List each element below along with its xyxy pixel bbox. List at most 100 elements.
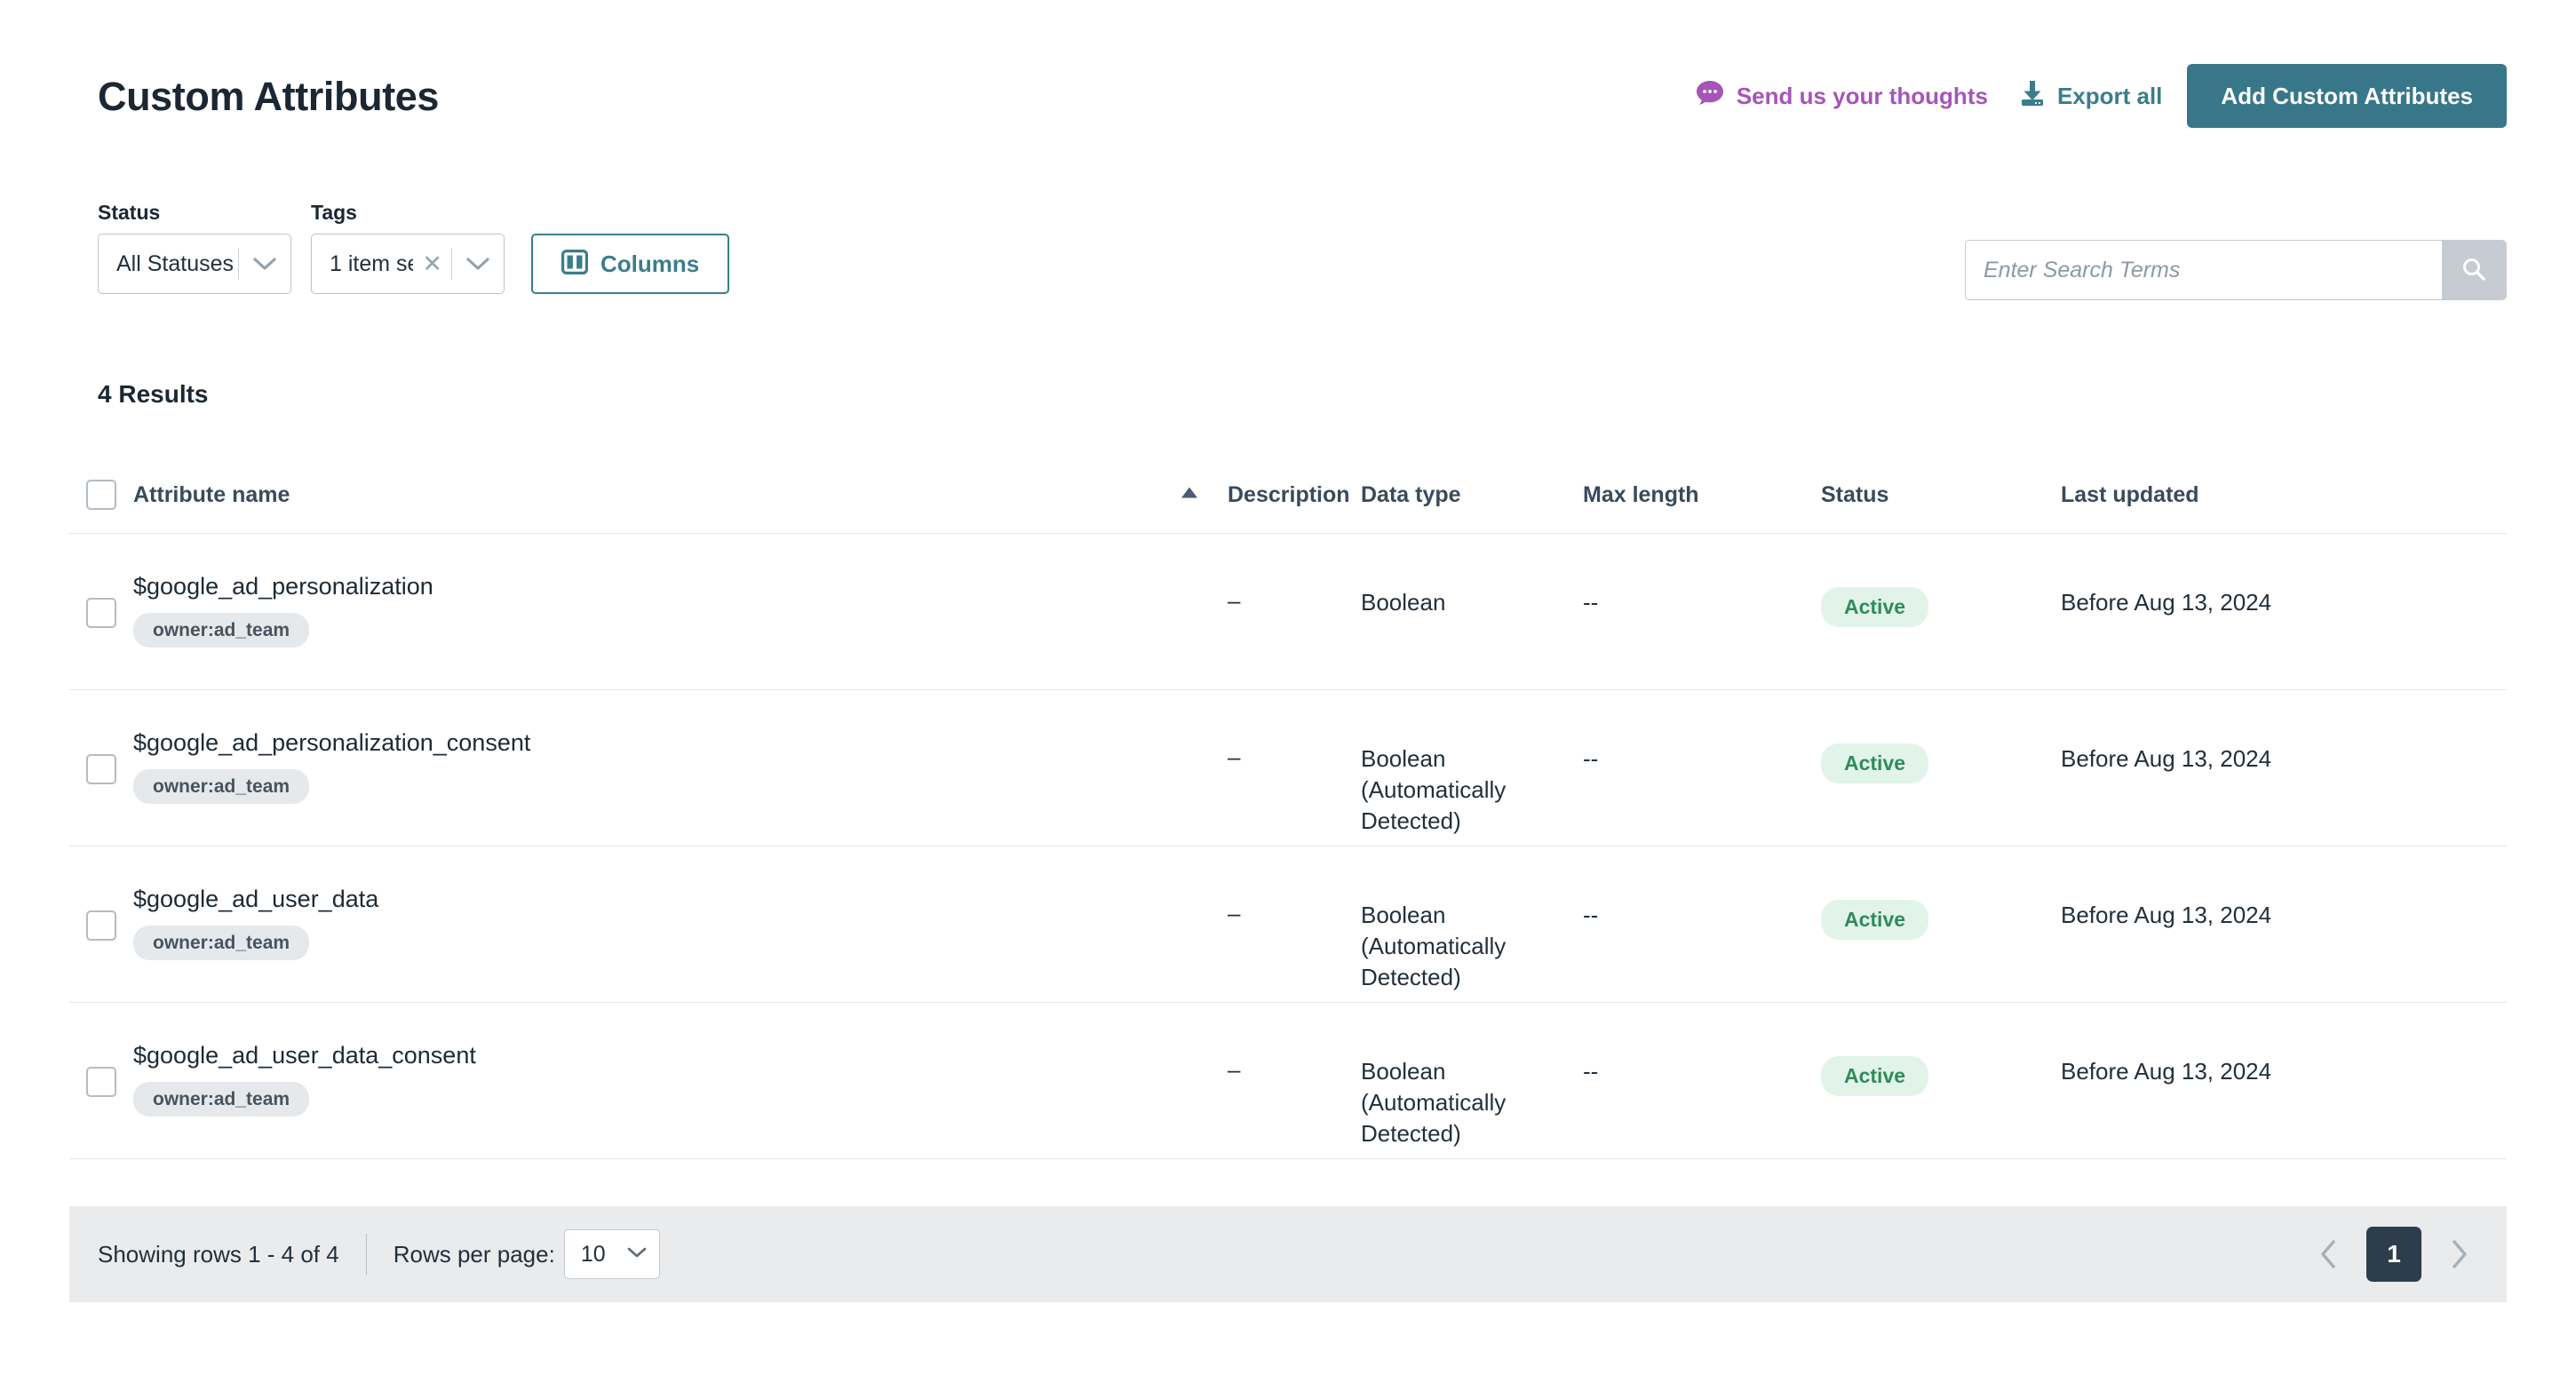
status-badge: Active <box>1821 1056 1929 1096</box>
row-checkbox[interactable] <box>86 910 116 941</box>
search-box <box>1965 240 2507 300</box>
tag-badge: owner:ad_team <box>133 613 310 648</box>
table-row[interactable]: $google_ad_personalization owner:ad_team… <box>69 534 2507 690</box>
status-badge: Active <box>1821 587 1929 627</box>
status-cell: Active <box>1821 1003 2061 1096</box>
attribute-name: $google_ad_personalization_consent <box>133 729 531 756</box>
tag-badge: owner:ad_team <box>133 769 310 805</box>
row-select-cell <box>69 847 133 941</box>
chevron-left-icon[interactable] <box>2310 1235 2349 1274</box>
export-all-label: Export all <box>2056 82 2163 109</box>
add-custom-attributes-button[interactable]: Add Custom Attributes <box>2187 64 2507 128</box>
status-filter-value: All Statuses <box>116 250 235 276</box>
attribute-name-cell: $google_ad_user_data_consent owner:ad_te… <box>133 1003 1228 1117</box>
custom-attributes-page: Custom Attributes Send us your thoughts <box>0 0 2576 1391</box>
search-button[interactable] <box>2442 241 2506 299</box>
row-select-cell <box>69 534 133 628</box>
table-row[interactable]: $google_ad_user_data owner:ad_team – Boo… <box>69 847 2507 1003</box>
status-filter-label: Status <box>98 201 161 224</box>
tags-filter-label: Tags <box>311 201 357 224</box>
max-length-cell: -- <box>1583 745 1599 772</box>
tags-filter-group: Tags 1 item selected ✕ <box>311 203 505 294</box>
description-cell: – <box>1228 587 1241 614</box>
status-cell: Active <box>1821 847 2061 940</box>
rows-per-page-select[interactable]: 10 <box>563 1229 660 1279</box>
export-all-link[interactable]: Export all <box>2018 79 2187 114</box>
select-all-checkbox[interactable] <box>86 480 116 510</box>
column-header-attribute-name[interactable]: Attribute name <box>133 481 1228 507</box>
max-length-cell: -- <box>1583 589 1599 616</box>
search-icon <box>2461 256 2487 285</box>
description-cell: – <box>1228 743 1241 770</box>
description-cell: – <box>1228 900 1241 926</box>
chevron-down-icon[interactable] <box>239 257 290 271</box>
row-select-cell <box>69 1003 133 1097</box>
results-count: 4 Results <box>98 380 209 408</box>
page-title: Custom Attributes <box>98 73 440 119</box>
column-header-last-updated[interactable]: Last updated <box>2061 483 2507 506</box>
data-type-cell: Boolean (Automatically Detected) <box>1361 745 1507 835</box>
row-select-cell <box>69 690 133 784</box>
send-feedback-label: Send us your thoughts <box>1736 82 1988 109</box>
filters-left-group: Status All Statuses Tags 1 item selected… <box>98 203 730 294</box>
column-header-label: Attribute name <box>133 481 290 507</box>
max-length-cell: -- <box>1583 902 1599 928</box>
description-cell: – <box>1228 1056 1241 1083</box>
tags-filter-select[interactable]: 1 item selected ✕ <box>311 234 505 294</box>
attribute-name-cell: $google_ad_personalization_consent owner… <box>133 690 1228 805</box>
data-type-cell: Boolean (Automatically Detected) <box>1361 1058 1507 1148</box>
data-type-cell: Boolean (Automatically Detected) <box>1361 902 1507 991</box>
status-filter-select[interactable]: All Statuses <box>98 234 291 294</box>
header-actions: Send us your thoughts Export all Add Cus… <box>1696 64 2507 128</box>
attribute-name-cell: $google_ad_personalization owner:ad_team <box>133 534 1228 648</box>
column-header-data-type[interactable]: Data type <box>1361 483 1583 506</box>
max-length-cell: -- <box>1583 1058 1599 1085</box>
attribute-name-cell: $google_ad_user_data owner:ad_team <box>133 847 1228 961</box>
status-badge: Active <box>1821 743 1929 783</box>
page-number-button[interactable]: 1 <box>2366 1227 2421 1282</box>
tag-badge: owner:ad_team <box>133 1082 310 1117</box>
status-badge: Active <box>1821 900 1929 940</box>
chevron-down-icon <box>627 1246 647 1263</box>
tags-filter-value: 1 item selected <box>330 250 413 276</box>
attribute-name: $google_ad_user_data_consent <box>133 1042 476 1069</box>
chevron-right-icon[interactable] <box>2439 1235 2478 1274</box>
attributes-table: Attribute name Description Data type Max… <box>69 460 2507 1159</box>
search-input[interactable] <box>1966 241 2442 299</box>
column-header-max-length[interactable]: Max length <box>1583 483 1821 506</box>
chat-bubble-icon <box>1696 80 1724 113</box>
columns-button[interactable]: Columns <box>531 234 730 294</box>
tag-badge: owner:ad_team <box>133 926 310 961</box>
table-footer: Showing rows 1 - 4 of 4 Rows per page: 1… <box>69 1206 2507 1302</box>
chevron-down-icon[interactable] <box>452 257 504 271</box>
sort-ascending-icon[interactable] <box>1180 487 1199 504</box>
footer-divider <box>365 1234 367 1275</box>
close-icon[interactable]: ✕ <box>413 251 451 276</box>
status-cell: Active <box>1821 534 2061 627</box>
last-updated-cell: Before Aug 13, 2024 <box>2061 1058 2272 1085</box>
filter-bar: Status All Statuses Tags 1 item selected… <box>98 203 2507 300</box>
page-header: Custom Attributes Send us your thoughts <box>0 52 2576 140</box>
columns-button-label: Columns <box>600 250 700 277</box>
row-checkbox[interactable] <box>86 754 116 784</box>
attribute-name: $google_ad_personalization <box>133 573 433 600</box>
data-type-cell: Boolean <box>1361 589 1446 616</box>
table-row[interactable]: $google_ad_personalization_consent owner… <box>69 690 2507 847</box>
table-row[interactable]: $google_ad_user_data_consent owner:ad_te… <box>69 1003 2507 1159</box>
column-header-status[interactable]: Status <box>1821 483 2061 506</box>
column-header-description[interactable]: Description <box>1228 483 1361 506</box>
row-checkbox[interactable] <box>86 1067 116 1097</box>
status-filter-group: Status All Statuses <box>98 203 291 294</box>
table-header-row: Attribute name Description Data type Max… <box>69 460 2507 534</box>
pagination: 1 <box>2310 1227 2478 1282</box>
select-all-cell <box>69 480 133 510</box>
row-checkbox[interactable] <box>86 598 116 628</box>
rows-per-page-value: 10 <box>580 1241 606 1267</box>
rows-per-page-label: Rows per page: <box>393 1240 555 1268</box>
send-feedback-link[interactable]: Send us your thoughts <box>1696 80 2018 113</box>
status-cell: Active <box>1821 690 2061 783</box>
attribute-name: $google_ad_user_data <box>133 886 379 912</box>
last-updated-cell: Before Aug 13, 2024 <box>2061 745 2272 772</box>
columns-layout-icon <box>561 249 588 279</box>
showing-rows-text: Showing rows 1 - 4 of 4 <box>98 1240 339 1268</box>
